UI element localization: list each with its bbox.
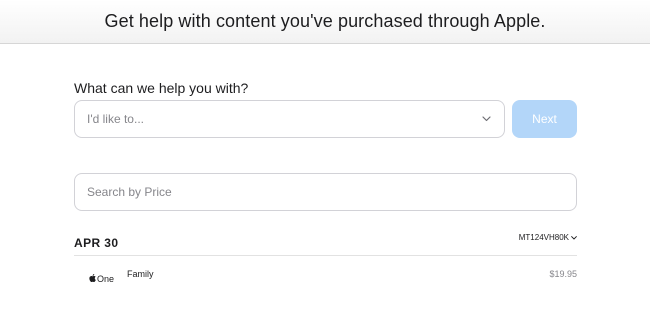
next-button[interactable]: Next — [512, 100, 577, 138]
apple-logo-icon — [89, 274, 96, 284]
chevron-down-icon — [480, 113, 492, 125]
banner-title: Get help with content you've purchased t… — [104, 11, 546, 31]
purchase-item-name[interactable]: Family — [127, 269, 154, 279]
purchase-item-price: $19.95 — [549, 269, 577, 279]
page-banner: Get help with content you've purchased t… — [0, 0, 650, 44]
purchase-divider — [74, 255, 577, 256]
apple-one-logo: One — [89, 274, 114, 284]
apple-one-logo-text: One — [97, 274, 115, 284]
help-topic-select[interactable]: I'd like to... — [74, 100, 505, 138]
order-id-toggle[interactable]: MT124VH80K — [519, 233, 577, 242]
search-input[interactable] — [74, 173, 577, 211]
chevron-down-icon — [571, 233, 577, 242]
order-id-label: MT124VH80K — [518, 233, 569, 242]
help-question-label: What can we help you with? — [74, 80, 249, 96]
purchase-date: APR 30 — [74, 236, 119, 250]
help-topic-placeholder: I'd like to... — [87, 112, 144, 126]
